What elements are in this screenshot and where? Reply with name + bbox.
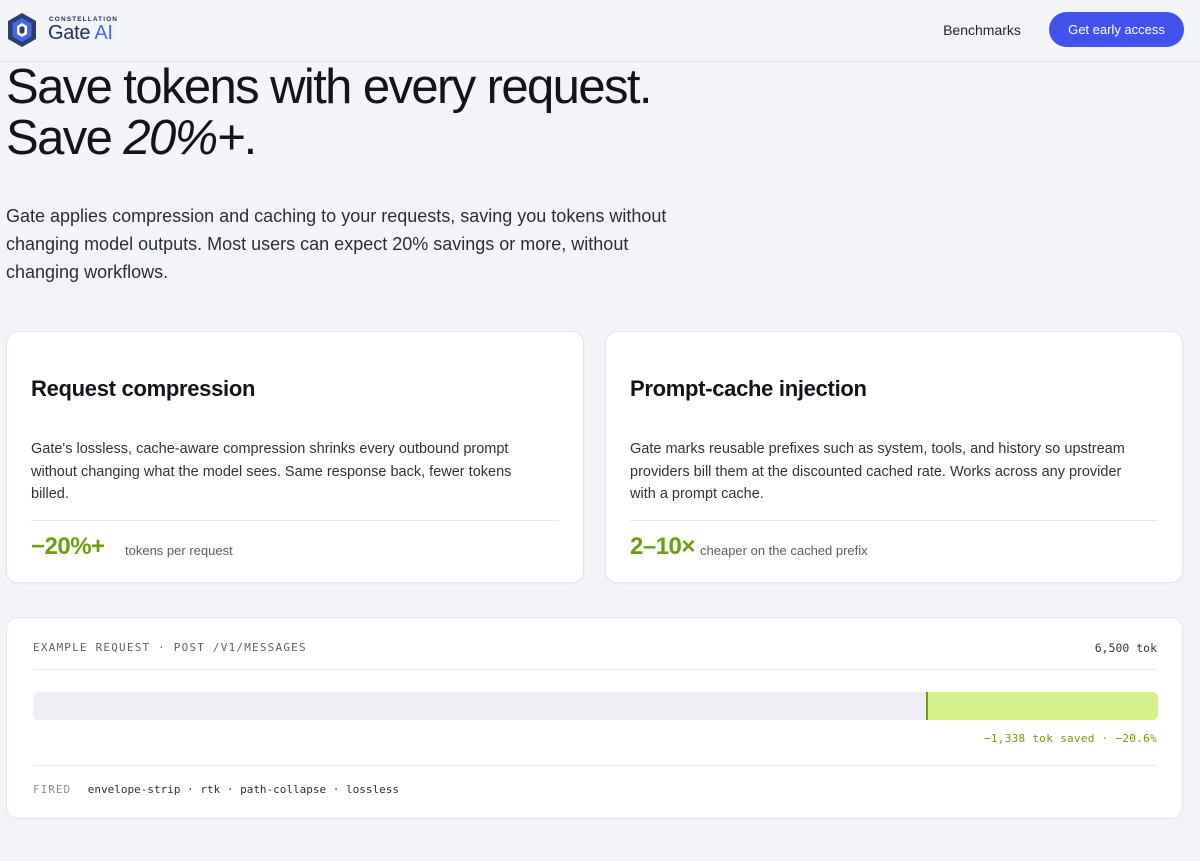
hero-title: Save tokens with every request. Save 20%… [6, 60, 653, 165]
fired-label: FIRED [33, 783, 72, 796]
total-tokens: 6,500 tok [1094, 641, 1157, 655]
token-usage-bar [33, 692, 1158, 720]
logo-name: Gate [48, 22, 91, 44]
logo-name-accent: AI [94, 22, 113, 44]
card-title: Request compression [31, 376, 256, 401]
hero-title-line-2-prefix: Save [6, 111, 124, 165]
divider [31, 520, 559, 521]
divider [33, 669, 1157, 670]
card-description: Gate marks reusable prefixes such as sys… [630, 441, 1125, 502]
tokens-saved-summary: −1,338 tok saved · −20.6% [983, 732, 1157, 745]
stat-label: tokens per request [125, 543, 233, 558]
divider [630, 520, 1158, 521]
saved-tokens-marker [926, 692, 928, 720]
hero-title-line-1: Save tokens with every request. [6, 60, 653, 114]
hero-title-line-2-suffix: . [243, 111, 258, 165]
get-early-access-button[interactable]: Get early access [1049, 12, 1184, 47]
card-title: Prompt-cache injection [630, 376, 867, 401]
fired-items: envelope-strip · rtk · path-collapse · l… [87, 783, 400, 796]
stat-value: 2–10× [630, 533, 695, 560]
hero-title-accent: 20%+ [123, 111, 245, 165]
feature-card-prompt-cache-injection: Prompt-cache injection Gate marks reusab… [605, 331, 1183, 583]
stat-value: −20%+ [31, 533, 105, 560]
stat-label: cheaper on the cached prefix [700, 543, 868, 558]
logo-wordmark: Gate AI [48, 22, 113, 45]
gate-logo-icon [8, 13, 36, 47]
nav-link-benchmarks[interactable]: Benchmarks [936, 19, 1028, 41]
saved-tokens-segment [926, 692, 1158, 720]
site-header: CONSTELLATION Gate AI Benchmarks Get ear… [0, 0, 1200, 62]
feature-card-request-compression: Request compression Gate's lossless, cac… [6, 331, 584, 583]
fired-row: FIRED envelope-strip · rtk · path-collap… [33, 783, 399, 796]
card-description: Gate's lossless, cache-aware compression… [31, 441, 512, 502]
example-request-label: EXAMPLE REQUEST · POST /V1/MESSAGES [33, 641, 307, 654]
divider [33, 765, 1157, 766]
example-request-panel: EXAMPLE REQUEST · POST /V1/MESSAGES 6,50… [6, 617, 1183, 819]
hero-description: Gate applies compression and caching to … [6, 206, 667, 282]
logo[interactable]: CONSTELLATION Gate AI [6, 12, 117, 48]
